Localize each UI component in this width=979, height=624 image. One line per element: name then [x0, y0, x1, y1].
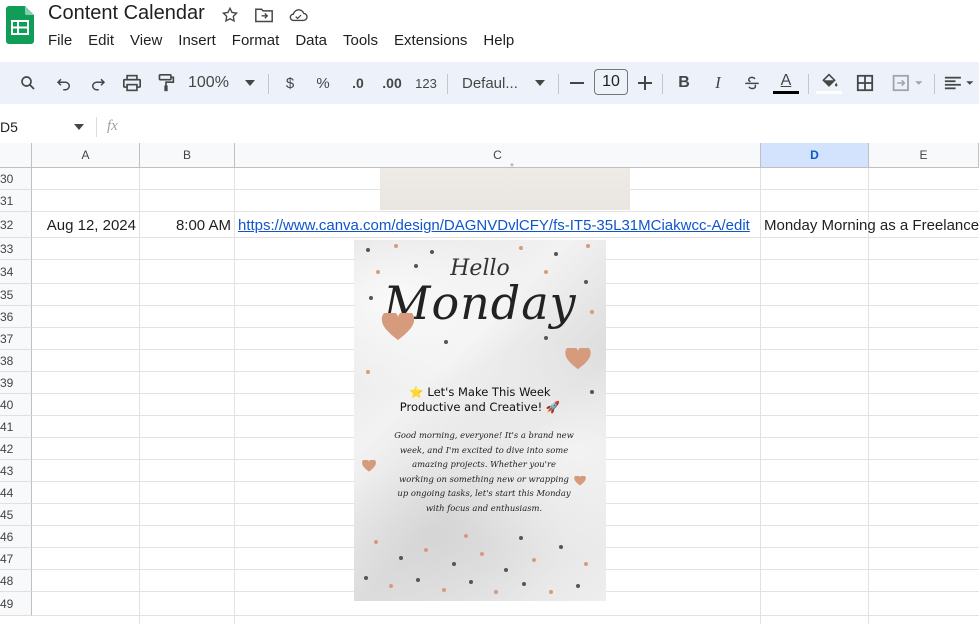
toolbar: 100% $ % .0 .00 123 Defaul... B I A	[0, 62, 979, 104]
menu-help[interactable]: Help	[475, 30, 522, 52]
cell-c32-link[interactable]: https://www.canva.com/design/DAGNVDvlCFY…	[238, 215, 758, 236]
zoom-dropdown-icon[interactable]	[242, 62, 258, 104]
zoom-select[interactable]: 100%	[188, 62, 236, 104]
heart-icon	[362, 460, 376, 472]
menu-extensions[interactable]: Extensions	[386, 30, 475, 52]
increase-decimal-button[interactable]: .00	[380, 62, 404, 104]
row-header-46[interactable]: 46	[0, 526, 32, 548]
row-header-39[interactable]: 39	[0, 372, 32, 394]
text-color-label: A	[780, 71, 792, 89]
menu-bar: File Edit View Insert Format Data Tools …	[40, 30, 522, 52]
column-header-d[interactable]: D	[761, 143, 869, 168]
row-header-36[interactable]: 36	[0, 306, 32, 328]
italic-button[interactable]: I	[708, 62, 728, 104]
decrease-font-size-icon[interactable]	[568, 62, 586, 104]
poster-headline-line-1: ⭐ Let's Make This Week	[409, 385, 551, 399]
move-to-folder-icon[interactable]	[254, 5, 274, 25]
row-header-40[interactable]: 40	[0, 394, 32, 416]
menu-data[interactable]: Data	[287, 30, 335, 52]
more-formats-button[interactable]: 123	[413, 62, 439, 104]
increase-decimal-label: .00	[382, 75, 402, 91]
cell-b32-time[interactable]: 8:00 AM	[140, 215, 231, 236]
increase-font-size-icon[interactable]	[636, 62, 654, 104]
poster-body-text: Good morning, everyone! It's a brand new…	[394, 430, 574, 513]
font-family-dropdown-icon[interactable]	[534, 62, 546, 104]
paint-format-icon[interactable]	[154, 62, 178, 104]
row-header-44[interactable]: 44	[0, 482, 32, 504]
embedded-image-previous[interactable]: *	[380, 162, 630, 210]
row-header-37[interactable]: 37	[0, 328, 32, 350]
row-header-30[interactable]: 30	[0, 168, 32, 190]
search-icon[interactable]	[16, 62, 40, 104]
cell-d32-title[interactable]: Monday Morning as a Freelancer	[764, 215, 979, 236]
redo-icon[interactable]	[86, 62, 110, 104]
strikethrough-icon[interactable]	[741, 62, 763, 104]
name-box-dropdown-icon[interactable]	[74, 124, 84, 130]
zoom-value: 100%	[188, 74, 229, 91]
percent-format-button[interactable]: %	[313, 62, 333, 104]
fill-color-bar	[816, 90, 842, 94]
merge-cells-icon[interactable]	[888, 62, 928, 104]
text-color-bar	[773, 90, 799, 94]
menu-format[interactable]: Format	[224, 30, 288, 52]
name-box-value: D5	[0, 119, 18, 135]
row-header-45[interactable]: 45	[0, 504, 32, 526]
column-header-c[interactable]: C	[235, 143, 761, 168]
row-header-47[interactable]: 47	[0, 548, 32, 570]
menu-tools[interactable]: Tools	[335, 30, 386, 52]
row-header-34[interactable]: 34	[0, 260, 32, 284]
poster-headline: ⭐ Let's Make This Week Productive and Cr…	[374, 385, 586, 415]
embedded-image-hello-monday[interactable]: Hello Monday ⭐ Let's Make This Week Prod…	[354, 240, 606, 601]
row-header-41[interactable]: 41	[0, 416, 32, 438]
row-header-48[interactable]: 48	[0, 570, 32, 592]
font-family-select[interactable]: Defaul...	[462, 62, 526, 104]
sheets-logo[interactable]	[6, 6, 34, 44]
poster-headline-line-2: Productive and Creative! 🚀	[399, 400, 561, 414]
formula-divider	[96, 117, 97, 137]
decrease-decimal-button[interactable]: .0	[346, 62, 370, 104]
fill-color-icon[interactable]	[816, 62, 842, 104]
row-header-38[interactable]: 38	[0, 350, 32, 372]
row-header-49[interactable]: 49	[0, 592, 32, 616]
document-title[interactable]: Content Calendar	[48, 2, 205, 25]
spreadsheet-grid: A B C D E 30 31 32 33 34 35 36 37 38 39 …	[0, 143, 979, 624]
fx-icon: fx	[107, 118, 118, 134]
decrease-decimal-label: .0	[352, 75, 364, 91]
borders-icon[interactable]	[854, 62, 876, 104]
text-color-button[interactable]: A	[773, 62, 799, 104]
row-header-31[interactable]: 31	[0, 190, 32, 212]
row-header-35[interactable]: 35	[0, 284, 32, 306]
row-header-43[interactable]: 43	[0, 460, 32, 482]
cell-a32-date[interactable]: Aug 12, 2024	[32, 215, 136, 236]
column-header-e[interactable]: E	[869, 143, 979, 168]
currency-format-button[interactable]: $	[280, 62, 300, 104]
heart-icon	[381, 313, 415, 340]
select-all-corner[interactable]	[0, 143, 32, 168]
menu-view[interactable]: View	[122, 30, 170, 52]
print-icon[interactable]	[120, 62, 144, 104]
column-header-a[interactable]: A	[32, 143, 140, 168]
row-header-33[interactable]: 33	[0, 238, 32, 260]
undo-icon[interactable]	[52, 62, 76, 104]
font-size-input[interactable]: 10	[594, 69, 628, 95]
star-icon[interactable]	[220, 5, 240, 25]
menu-insert[interactable]: Insert	[170, 30, 224, 52]
heart-icon	[574, 476, 586, 486]
cloud-saved-icon[interactable]	[288, 5, 308, 25]
menu-edit[interactable]: Edit	[80, 30, 122, 52]
row-header-42[interactable]: 42	[0, 438, 32, 460]
bold-button[interactable]: B	[674, 62, 694, 104]
column-header-b[interactable]: B	[140, 143, 235, 168]
row-header-32[interactable]: 32	[0, 212, 32, 238]
horizontal-align-icon[interactable]	[942, 62, 978, 104]
menu-file[interactable]: File	[40, 30, 80, 52]
heart-icon	[565, 348, 591, 370]
